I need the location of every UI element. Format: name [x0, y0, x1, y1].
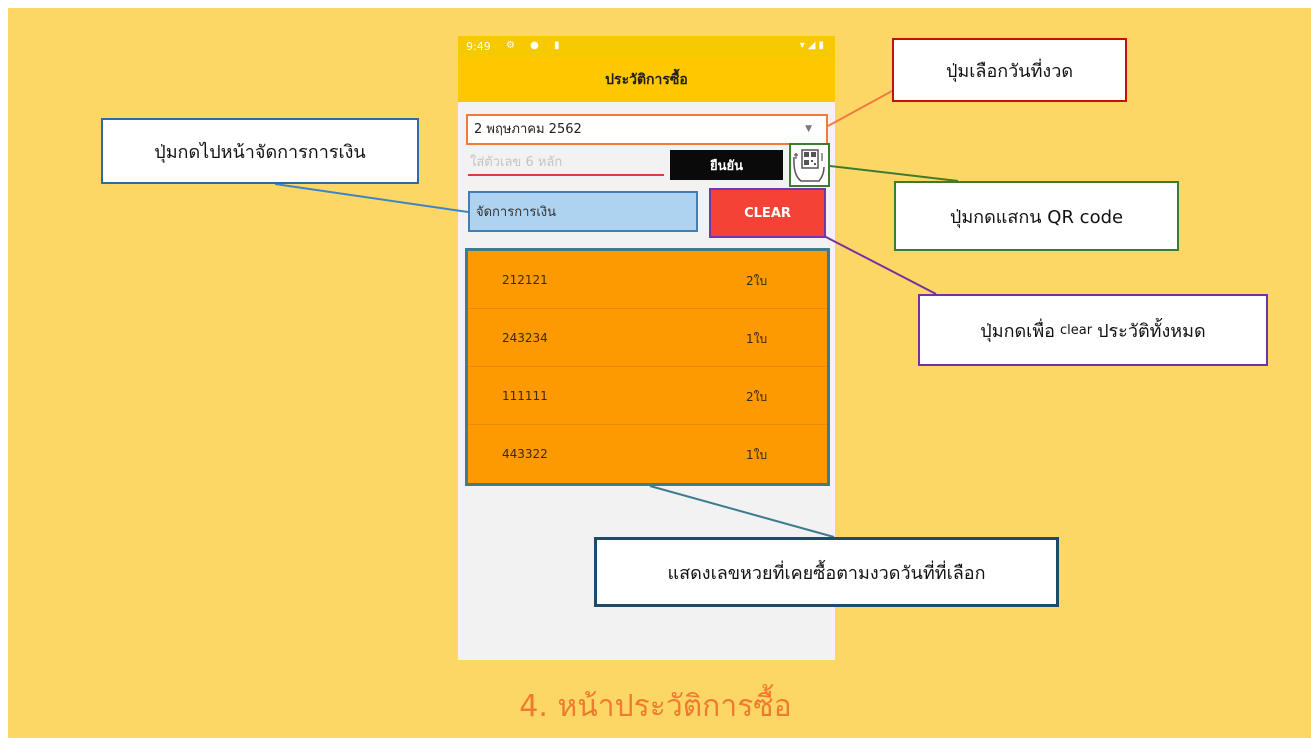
connector-qr	[829, 165, 959, 182]
callout-date-text: ปุ่มเลือกวันที่งวด	[945, 60, 1074, 82]
callout-clear-suffix: ประวัติทั้งหมด	[1097, 320, 1206, 342]
callout-history-list: แสดงเลขหวยที่เคยซื้อตามงวดวันที่ที่เลือก	[594, 537, 1059, 607]
slide-caption: 4. หน้าประวัติการซื้อ	[519, 689, 792, 724]
callout-clear-button: ปุ่มกดเพื่อ clear ประวัติทั้งหมด	[918, 294, 1268, 366]
callout-qr-button: ปุ่มกดแสกน QR code	[894, 181, 1179, 251]
callout-money-text: ปุ่มกดไปหน้าจัดการการเงิน	[154, 141, 366, 163]
connector-list	[649, 485, 835, 538]
callout-clear-prefix: ปุ่มกดเพื่อ	[980, 320, 1055, 342]
callout-money-button: ปุ่มกดไปหน้าจัดการการเงิน	[101, 118, 419, 184]
connector-date	[827, 90, 893, 127]
callout-date-picker: ปุ่มเลือกวันที่งวด	[892, 38, 1127, 102]
connector-money	[274, 183, 469, 213]
callout-list-text: แสดงเลขหวยที่เคยซื้อตามงวดวันที่ที่เลือก	[667, 562, 986, 584]
callout-clear-word: clear	[1060, 322, 1093, 338]
callout-connector-lines	[274, 90, 959, 538]
callout-qr-text: ปุ่มกดแสกน QR code	[949, 206, 1124, 228]
